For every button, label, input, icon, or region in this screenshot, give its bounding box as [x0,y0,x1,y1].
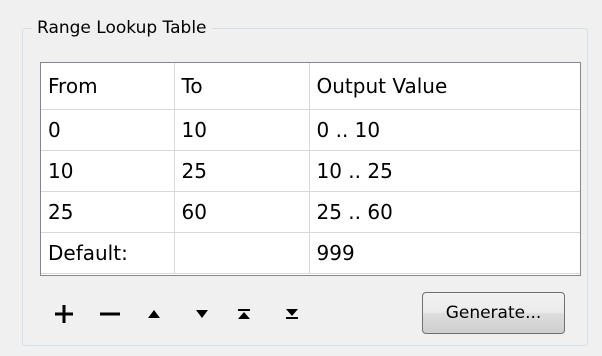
cell-to[interactable]: 60 [174,191,310,233]
cell-output-value[interactable]: 10 .. 25 [309,150,580,192]
move-down-icon [196,310,208,318]
group-title: Range Lookup Table [32,16,212,40]
range-lookup-table[interactable]: From To Output Value 0 10 0 .. 10 10 25 … [40,62,581,276]
cell-to[interactable]: 25 [174,150,310,192]
remove-row-button[interactable] [96,298,124,330]
move-top-icon [238,309,250,319]
table-row[interactable]: 10 25 10 .. 25 [41,150,580,192]
column-header-from[interactable]: From [41,63,175,110]
move-bottom-icon [286,309,298,319]
table-row-default[interactable]: Default: 999 [41,232,580,274]
cell-from[interactable]: 25 [41,191,175,233]
cell-default-label: Default: [41,232,175,274]
add-row-button[interactable] [50,298,78,330]
cell-from[interactable]: 10 [41,150,175,192]
generate-button[interactable]: Generate... [422,292,565,334]
cell-to[interactable]: 10 [174,109,310,151]
table-header-row: From To Output Value [41,63,580,110]
cell-default-empty [174,232,310,274]
plus-icon [55,305,73,323]
move-to-bottom-button[interactable] [278,298,306,330]
cell-from[interactable]: 0 [41,109,175,151]
table-row[interactable]: 25 60 25 .. 60 [41,191,580,233]
move-up-icon [148,310,160,318]
minus-icon [100,312,120,316]
column-header-output-value[interactable]: Output Value [309,63,580,110]
cell-default-value[interactable]: 999 [309,232,580,274]
cell-output-value[interactable]: 25 .. 60 [309,191,580,233]
move-up-button[interactable] [140,298,168,330]
move-down-button[interactable] [188,298,216,330]
cell-output-value[interactable]: 0 .. 10 [309,109,580,151]
move-to-top-button[interactable] [230,298,258,330]
column-header-to[interactable]: To [174,63,310,110]
table-row[interactable]: 0 10 0 .. 10 [41,109,580,151]
